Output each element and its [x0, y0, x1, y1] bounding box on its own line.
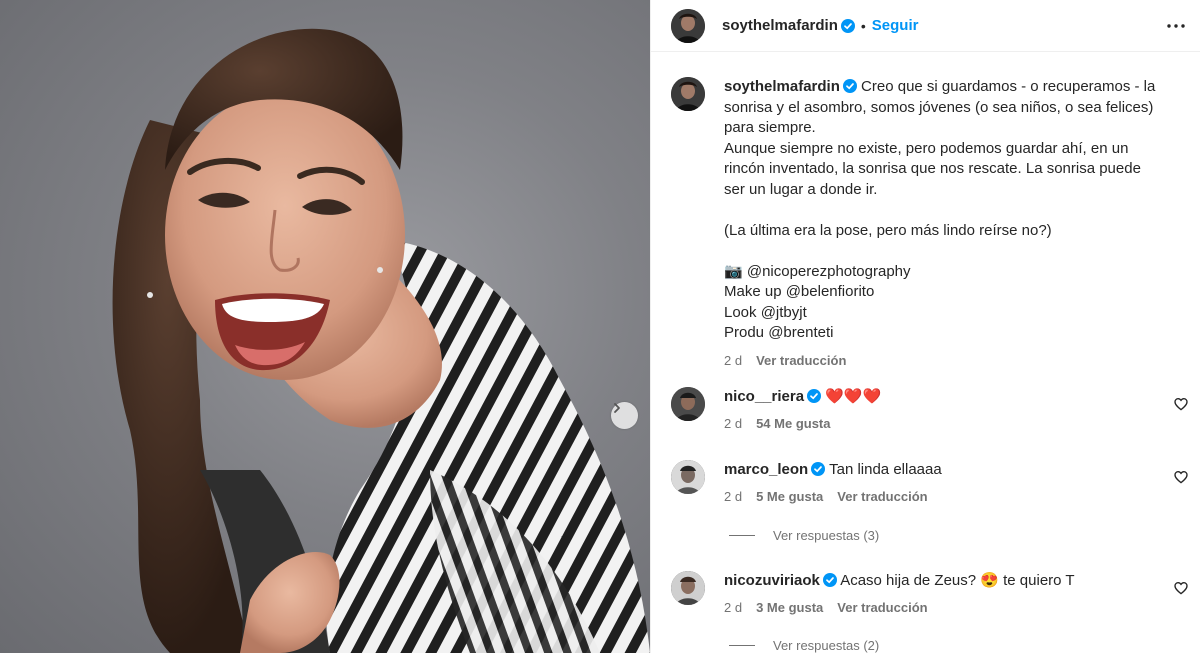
- verified-badge-icon: [842, 79, 857, 93]
- comment-meta: 2 d 54 Me gusta: [724, 414, 1164, 435]
- comment-username[interactable]: marco_leon: [724, 461, 808, 478]
- replies-divider: [729, 645, 755, 646]
- caption-body: soythelmafardin Creo que si guardamos - …: [724, 77, 1164, 371]
- comment-item: marco_leon Tan linda ellaaaa 2 d 5 Me gu…: [671, 460, 1164, 507]
- instagram-post-view: soythelmafardin • Seguir soythelmafardin: [0, 0, 1200, 653]
- comment-likes[interactable]: 3 Me gusta: [756, 598, 823, 619]
- comment-likes[interactable]: 54 Me gusta: [756, 414, 830, 435]
- follow-button[interactable]: Seguir: [872, 17, 919, 34]
- post-header: soythelmafardin • Seguir: [651, 0, 1200, 52]
- comment-likes[interactable]: 5 Me gusta: [756, 487, 823, 508]
- avatar[interactable]: [671, 387, 705, 421]
- comment-body: nicozuviriaok Acaso hija de Zeus? 😍 te q…: [724, 571, 1164, 618]
- avatar[interactable]: [671, 571, 705, 605]
- comment-text: Acaso hija de Zeus? 😍 te quiero T: [840, 572, 1075, 589]
- caption-credit-produ[interactable]: Produ @brenteti: [724, 323, 1164, 344]
- verified-badge-icon: [811, 462, 826, 476]
- comment-text: ❤️❤️❤️: [825, 388, 882, 405]
- view-replies-label: Ver respuestas (2): [773, 638, 880, 653]
- separator-dot: •: [860, 17, 866, 34]
- caption-credit-makeup[interactable]: Make up @belenfiorito: [724, 282, 1164, 303]
- post-photo[interactable]: [0, 0, 650, 653]
- more-options-icon: [1167, 24, 1185, 28]
- caption-text-line: [724, 241, 1164, 262]
- post-side-panel: soythelmafardin • Seguir soythelmafardin: [650, 0, 1200, 653]
- post-author-username[interactable]: soythelmafardin: [722, 17, 838, 34]
- comment-item: nicozuviriaok Acaso hija de Zeus? 😍 te q…: [671, 571, 1164, 618]
- caption-credit-photo[interactable]: 📷 @nicoperezphotography: [724, 262, 1164, 283]
- view-replies-button[interactable]: Ver respuestas (2): [729, 638, 879, 653]
- photo-illustration: [112, 28, 650, 653]
- heart-outline-icon: [1174, 470, 1188, 484]
- view-replies-button[interactable]: Ver respuestas (3): [729, 528, 879, 543]
- view-replies-label: Ver respuestas (3): [773, 528, 880, 543]
- caption-item: soythelmafardin Creo que si guardamos - …: [671, 77, 1164, 371]
- comment-meta: 2 d 3 Me gusta Ver traducción: [724, 598, 1164, 619]
- caption-text-line: Aunque siempre no existe, pero podemos g…: [724, 139, 1141, 198]
- translate-link[interactable]: Ver traducción: [837, 598, 927, 619]
- translate-link[interactable]: Ver traducción: [756, 351, 846, 372]
- comment-item: nico__riera ❤️❤️❤️ 2 d 54 Me gusta: [671, 387, 1164, 434]
- heart-outline-icon: [1174, 581, 1188, 595]
- comment-time[interactable]: 2 d: [724, 487, 742, 508]
- replies-divider: [729, 535, 755, 536]
- caption-text-line: [724, 200, 1164, 221]
- verified-badge-icon: [822, 573, 837, 587]
- comment-text: Tan linda ellaaaa: [829, 461, 942, 478]
- caption-text-line: (La última era la pose, pero más lindo r…: [724, 221, 1052, 239]
- avatar[interactable]: [671, 77, 705, 111]
- translate-link[interactable]: Ver traducción: [837, 487, 927, 508]
- next-photo-button[interactable]: [611, 402, 638, 429]
- comment-time[interactable]: 2 d: [724, 598, 742, 619]
- comment-username[interactable]: nicozuviriaok: [724, 572, 820, 589]
- avatar[interactable]: [671, 8, 705, 43]
- verified-badge-icon: [840, 18, 855, 33]
- caption-credit-look[interactable]: Look @jtbyjt: [724, 303, 1164, 324]
- like-comment-button[interactable]: [1173, 469, 1189, 488]
- heart-outline-icon: [1174, 397, 1188, 411]
- verified-badge-icon: [807, 389, 822, 403]
- comment-body: marco_leon Tan linda ellaaaa 2 d 5 Me gu…: [724, 460, 1164, 507]
- like-comment-button[interactable]: [1173, 580, 1189, 599]
- more-options-button[interactable]: [1164, 14, 1188, 41]
- comment-body: nico__riera ❤️❤️❤️ 2 d 54 Me gusta: [724, 387, 1164, 434]
- comment-username[interactable]: nico__riera: [724, 388, 804, 405]
- chevron-right-icon: [614, 403, 620, 413]
- avatar[interactable]: [671, 460, 705, 494]
- caption-username[interactable]: soythelmafardin: [724, 78, 840, 95]
- caption-meta: 2 d Ver traducción: [724, 351, 1164, 372]
- caption-time[interactable]: 2 d: [724, 351, 742, 372]
- comment-meta: 2 d 5 Me gusta Ver traducción: [724, 487, 1164, 508]
- like-comment-button[interactable]: [1173, 396, 1189, 415]
- comment-time[interactable]: 2 d: [724, 414, 742, 435]
